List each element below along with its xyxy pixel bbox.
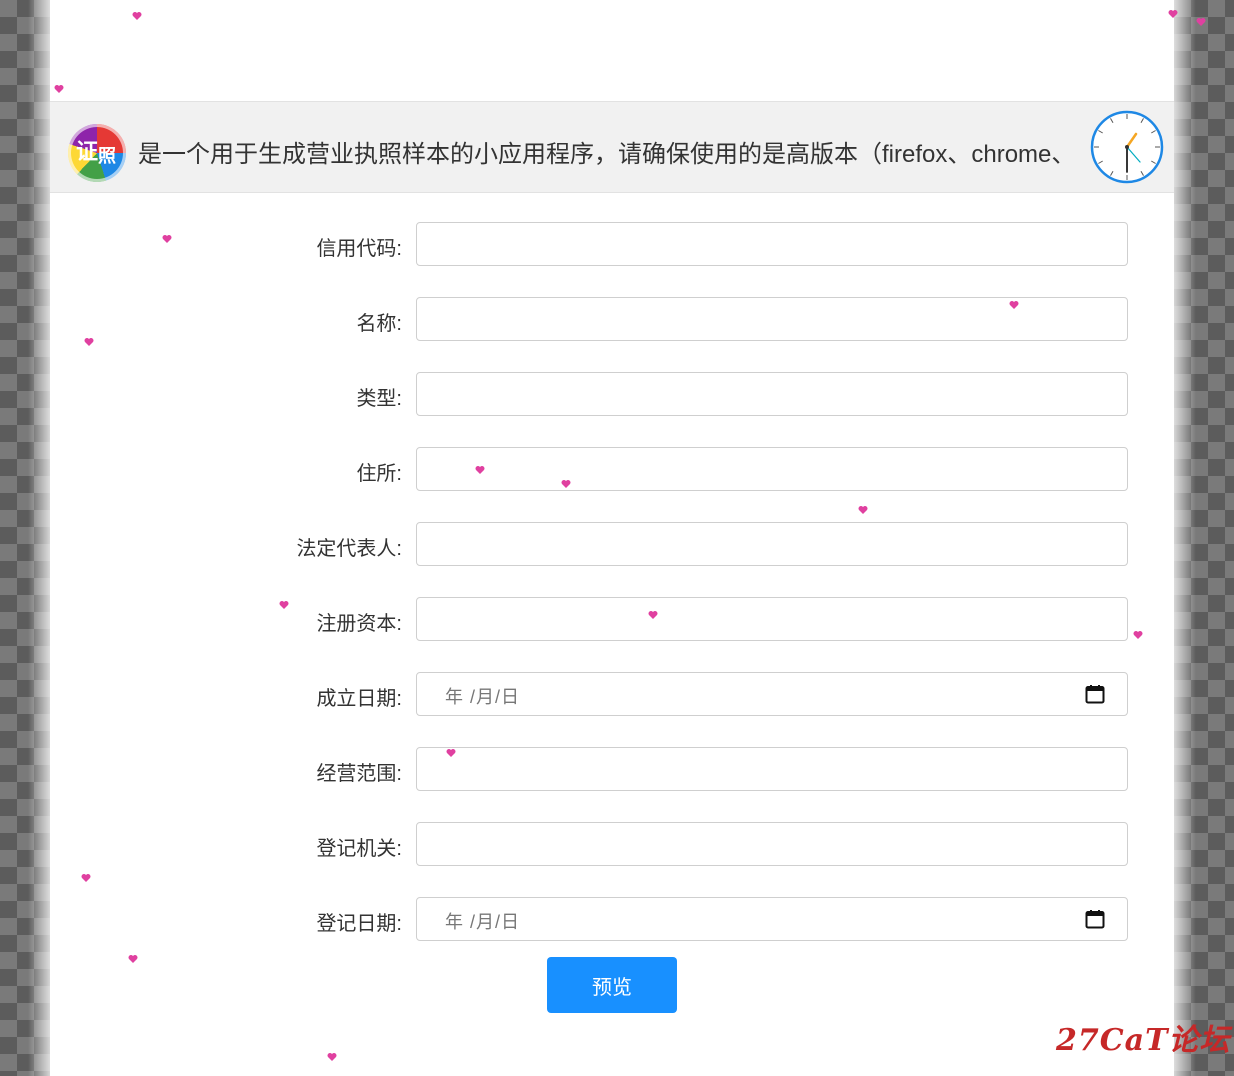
heart-icon [446, 749, 456, 757]
heart-icon [1133, 631, 1143, 639]
marquee-text: 是一个用于生成营业执照样本的小应用程序，请确保使用的是高版本（firefox、c… [138, 141, 1076, 168]
preview-button[interactable]: 预览 [547, 957, 677, 1013]
registration-authority-input[interactable] [417, 823, 1127, 865]
heart-icon [1009, 301, 1019, 309]
credit-code-input[interactable] [417, 223, 1127, 265]
heart-icon [81, 874, 91, 882]
marquee-container: 是一个用于生成营业执照样本的小应用程序，请确保使用的是高版本（firefox、c… [138, 130, 1088, 170]
heart-icon [648, 611, 658, 619]
registration-date-input[interactable]: 年 /月/日 [416, 897, 1128, 941]
left-background-pattern [0, 0, 50, 1076]
heart-icon [475, 466, 485, 474]
form-row-business-scope: 经营范围: [50, 747, 1174, 793]
name-field-wrapper [416, 297, 1128, 341]
heart-icon [561, 480, 571, 488]
right-background-pattern [1174, 0, 1234, 1076]
heart-icon [1168, 10, 1178, 18]
heart-icon [162, 235, 172, 243]
establishment-date-placeholder: 年 /月/日 [445, 687, 521, 707]
heart-icon [132, 12, 142, 20]
registration-authority-label: 登记机关: [316, 838, 402, 860]
clock-icon [1090, 110, 1164, 184]
heart-icon [279, 601, 289, 609]
business-scope-input[interactable] [417, 748, 1127, 790]
legal-representative-label: 法定代表人: [296, 538, 402, 560]
type-field-wrapper [416, 372, 1128, 416]
form-row-address: 住所: [50, 447, 1174, 493]
address-label: 住所: [356, 463, 402, 485]
address-input[interactable] [417, 448, 1127, 490]
credit-code-field-wrapper [416, 222, 1128, 266]
registration-authority-field-wrapper [416, 822, 1128, 866]
form-row-registration-authority: 登记机关: [50, 822, 1174, 868]
form-row-name: 名称: [50, 297, 1174, 343]
registered-capital-input[interactable] [417, 598, 1127, 640]
type-input[interactable] [417, 373, 1127, 415]
heart-icon [84, 338, 94, 346]
name-input[interactable] [417, 298, 1127, 340]
heart-icon [1196, 18, 1206, 26]
registered-capital-label: 注册资本: [316, 613, 402, 635]
establishment-date-input[interactable]: 年 /月/日 [416, 672, 1128, 716]
form-row-type: 类型: [50, 372, 1174, 418]
business-scope-field-wrapper [416, 747, 1128, 791]
banner: 证 照 是一个用于生成营业执照样本的小应用程序，请确保使用的是高版本（firef… [50, 101, 1174, 193]
establishment-date-label: 成立日期: [316, 688, 402, 710]
registered-capital-field-wrapper [416, 597, 1128, 641]
form-row-registration-date: 登记日期: 年 /月/日 [50, 897, 1174, 943]
watermark: 27CaT论坛 [1056, 1023, 1231, 1058]
heart-icon [128, 955, 138, 963]
credit-code-label: 信用代码: [316, 238, 402, 260]
registration-date-placeholder: 年 /月/日 [445, 912, 521, 932]
calendar-icon[interactable] [1085, 684, 1105, 704]
calendar-icon[interactable] [1085, 909, 1105, 929]
legal-representative-field-wrapper [416, 522, 1128, 566]
heart-icon [327, 1053, 337, 1061]
form-row-legal-representative: 法定代表人: [50, 522, 1174, 568]
name-label: 名称: [356, 313, 402, 335]
heart-icon [54, 85, 64, 93]
address-field-wrapper [416, 447, 1128, 491]
form-row-establishment-date: 成立日期: 年 /月/日 [50, 672, 1174, 718]
form-row-credit-code: 信用代码: [50, 222, 1174, 268]
legal-representative-input[interactable] [417, 523, 1127, 565]
form-row-registered-capital: 注册资本: [50, 597, 1174, 643]
business-scope-label: 经营范围: [316, 763, 402, 785]
type-label: 类型: [356, 388, 402, 410]
heart-icon [858, 506, 868, 514]
main-page: 证 照 是一个用于生成营业执照样本的小应用程序，请确保使用的是高版本（firef… [50, 0, 1174, 1076]
colorful-sphere-logo-icon: 证 照 [68, 124, 126, 182]
registration-date-label: 登记日期: [316, 913, 402, 935]
